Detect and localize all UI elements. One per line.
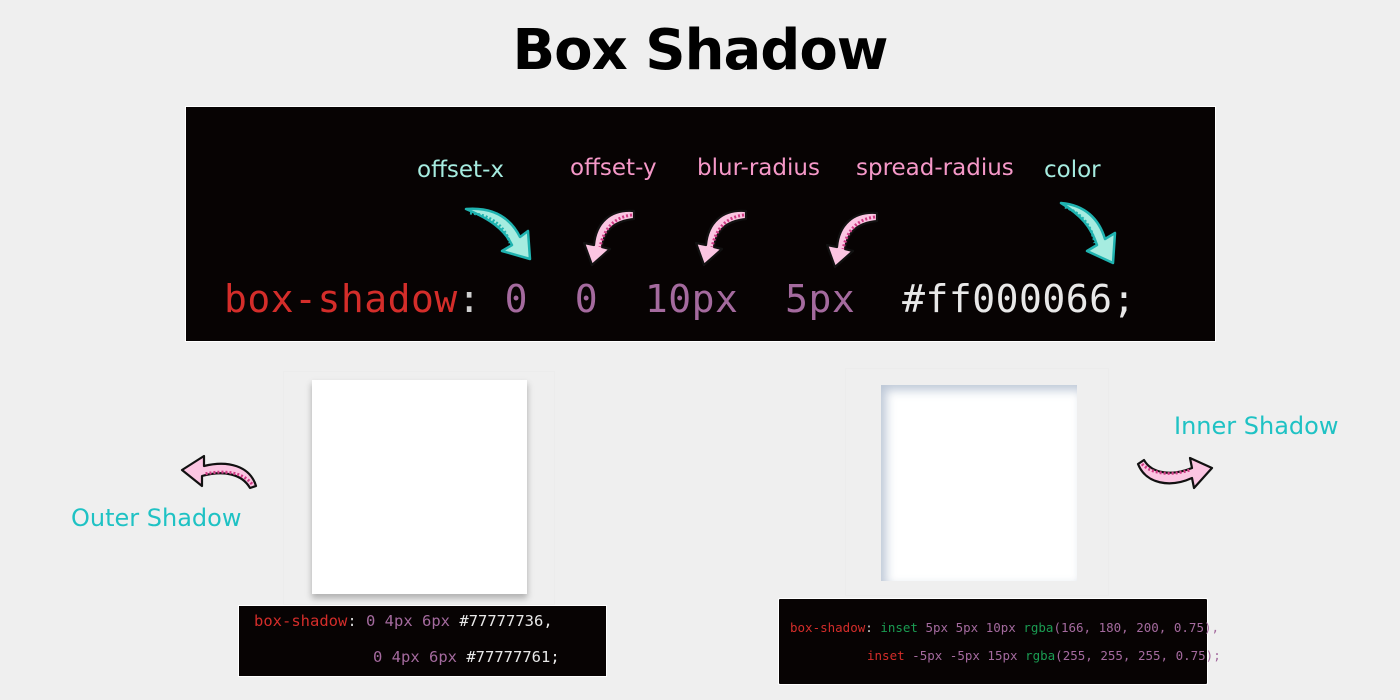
teal-curved-arrow-icon — [464, 207, 532, 261]
code-values: 5px 5px 10px — [925, 620, 1016, 635]
spread-radius-label: spread-radius — [856, 155, 1014, 181]
code-offset-x: 0 — [504, 277, 528, 321]
pink-curved-arrow-icon — [180, 454, 258, 490]
code-colon: : — [865, 620, 873, 635]
code-inset-keyword: inset — [880, 620, 918, 635]
code-function: rgba — [1023, 620, 1054, 635]
code-offset-y: 0 — [574, 277, 599, 321]
pink-curved-arrow-icon — [694, 209, 748, 267]
code-colon: : — [347, 612, 357, 630]
code-values: 0 4px 6px — [366, 612, 451, 630]
outer-code-line-2: 0 4px 6px #77777761; — [373, 648, 560, 666]
pink-curved-arrow-icon — [1136, 456, 1214, 490]
inner-code-line-2: inset -5px -5px 15px rgba(255, 255, 255,… — [867, 648, 1221, 663]
code-color: #ff000066; — [902, 277, 1136, 321]
pink-curved-arrow-icon — [825, 211, 879, 269]
offset-x-label: offset-x — [417, 157, 504, 183]
code-values: 0 4px 6px — [373, 648, 457, 666]
blur-radius-label: blur-radius — [697, 155, 820, 181]
code-inset-keyword: inset — [867, 648, 905, 663]
code-spread: 5px — [785, 277, 856, 321]
code-color: #77777761; — [466, 648, 560, 666]
code-blur: 10px — [644, 277, 739, 321]
code-property: box-shadow — [254, 612, 348, 630]
outer-code-panel: box-shadow: 0 4px 6px #77777736, 0 4px 6… — [238, 605, 607, 677]
offset-y-label: offset-y — [570, 155, 657, 181]
page-title: Box Shadow — [512, 18, 888, 83]
color-label: color — [1044, 157, 1101, 183]
outer-shadow-label: Outer Shadow — [71, 504, 242, 532]
inner-code-line-1: box-shadow: inset 5px 5px 10px rgba(166,… — [790, 620, 1219, 635]
code-property: box-shadow — [790, 620, 866, 635]
teal-curved-arrow-icon — [1059, 201, 1117, 265]
inner-code-panel: box-shadow: inset 5px 5px 10px rgba(166,… — [778, 598, 1221, 685]
main-code-line: box-shadow: 0 0 10px 5px #ff000066; — [224, 277, 1136, 321]
code-values: -5px -5px 15px — [912, 648, 1018, 663]
code-property: box-shadow — [224, 277, 458, 321]
pink-curved-arrow-icon — [582, 209, 636, 267]
code-args: (166, 180, 200, 0.75), — [1053, 620, 1220, 635]
inner-shadow-box — [881, 385, 1077, 581]
code-function: rgba — [1025, 648, 1056, 663]
code-color: #77777736, — [459, 612, 553, 630]
outer-shadow-box — [312, 380, 527, 594]
code-args: (255, 255, 255, 0.75); — [1055, 648, 1221, 663]
main-code-panel: offset-x offset-y blur-radius spread-rad… — [185, 106, 1216, 342]
code-colon: : — [457, 277, 482, 321]
outer-code-line-1: box-shadow: 0 4px 6px #77777736, — [254, 612, 553, 630]
inner-shadow-label: Inner Shadow — [1174, 412, 1339, 440]
